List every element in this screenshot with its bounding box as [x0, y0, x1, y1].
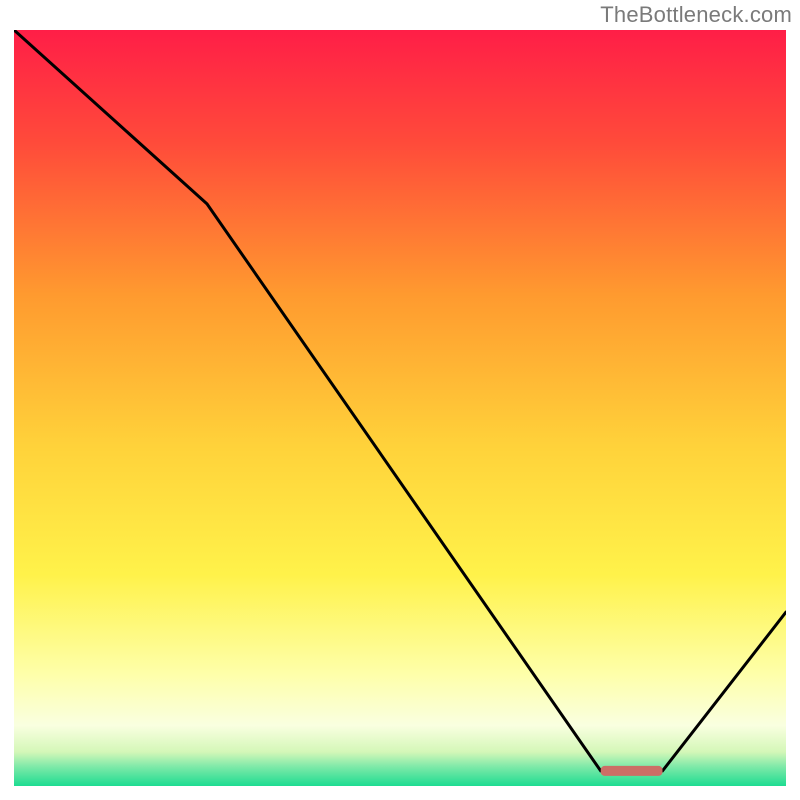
gradient-background	[14, 30, 786, 786]
chart-figure: TheBottleneck.com	[0, 0, 800, 800]
plot-area	[14, 30, 786, 786]
optimal-marker	[601, 766, 663, 776]
attribution-label: TheBottleneck.com	[600, 2, 792, 28]
chart-svg	[14, 30, 786, 786]
